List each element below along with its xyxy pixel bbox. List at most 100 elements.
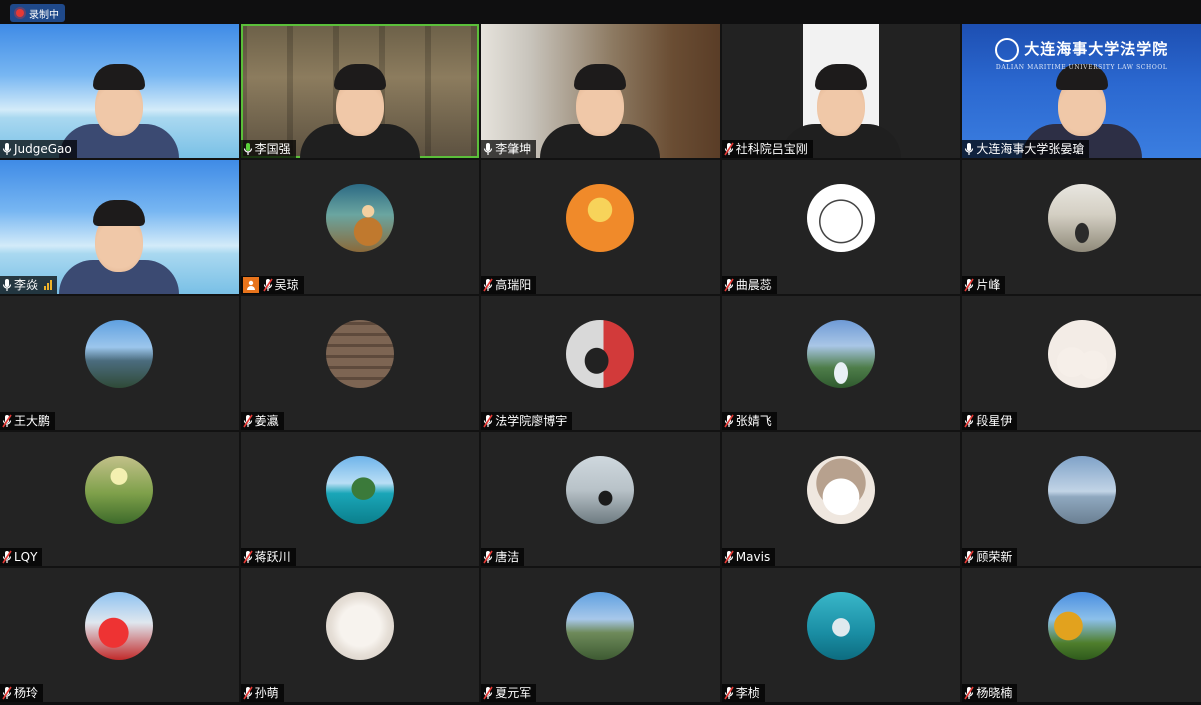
- mic-muted-icon: [483, 278, 493, 292]
- participant-tile[interactable]: 大连海事大学法学院 DALIAN MARITIME UNIVERSITY LAW …: [962, 24, 1201, 158]
- participant-name: 李国强: [254, 142, 291, 156]
- mic-muted-icon: [724, 686, 734, 700]
- participant-avatar: [85, 456, 154, 524]
- participant-tile[interactable]: 曲晨蕊: [721, 160, 961, 294]
- participant-name-label: 夏元军: [481, 684, 537, 702]
- participant-tile[interactable]: LQY: [0, 432, 239, 566]
- banner-title: 大连海事大学法学院: [1024, 40, 1169, 58]
- participant-name-label: 孙萌: [240, 684, 284, 702]
- mic-muted-icon: [964, 686, 975, 700]
- participant-name: 李肇坤: [495, 142, 532, 156]
- participant-tile[interactable]: 夏元军: [481, 568, 720, 702]
- participant-name-label: 段星伊: [962, 412, 1018, 430]
- school-seal-icon: [995, 38, 1020, 62]
- participant-avatar: [807, 320, 876, 388]
- recording-dot-icon: [16, 9, 24, 17]
- participant-tile[interactable]: 李焱: [0, 160, 239, 294]
- participant-name: 姜瀛: [254, 414, 279, 428]
- mic-muted-icon: [724, 278, 734, 292]
- mic-muted-icon: [724, 550, 734, 564]
- participant-name: 社科院吕宝刚: [735, 142, 808, 156]
- participant-name-label: 法学院廖博宇: [481, 412, 573, 430]
- participant-avatar: [566, 456, 635, 524]
- participant-name: 张婧飞: [735, 414, 772, 428]
- participant-name: 片峰: [976, 278, 1001, 292]
- mic-muted-icon: [2, 414, 12, 428]
- participant-tile[interactable]: 吴琼: [240, 160, 480, 294]
- participant-tile[interactable]: 李肇坤: [481, 24, 720, 158]
- participant-tile[interactable]: 法学院廖博宇: [481, 296, 720, 430]
- school-banner: 大连海事大学法学院 DALIAN MARITIME UNIVERSITY LAW …: [962, 38, 1201, 71]
- participant-name-label: 李桢: [721, 684, 765, 702]
- participant-tile[interactable]: 王大鹏: [0, 296, 239, 430]
- mic-muted-icon: [964, 278, 975, 292]
- participant-avatar: [325, 184, 394, 252]
- participant-name-label: 片峰: [962, 276, 1006, 294]
- participant-name-label: 高瑞阳: [481, 276, 537, 294]
- participant-name: 法学院廖博宇: [495, 414, 568, 428]
- participant-tile[interactable]: JudgeGao: [0, 24, 239, 158]
- recording-indicator[interactable]: 录制中: [10, 4, 65, 22]
- participant-name: 孙萌: [254, 686, 279, 700]
- participant-name: 李桢: [735, 686, 760, 700]
- participant-name-label: 大连海事大学张晏瑲: [962, 140, 1090, 158]
- participant-tile[interactable]: 蒋跃川: [240, 432, 480, 566]
- banner-subtitle: DALIAN MARITIME UNIVERSITY LAW SCHOOL: [995, 64, 1168, 71]
- participant-name: 王大鹏: [14, 414, 51, 428]
- participant-name: 顾荣新: [976, 550, 1013, 564]
- participant-avatar: [1047, 592, 1116, 660]
- participant-name-label: 李肇坤: [481, 140, 537, 158]
- participant-tile[interactable]: Mavis: [721, 432, 961, 566]
- participant-tile[interactable]: 姜瀛: [240, 296, 480, 430]
- participant-tile[interactable]: 杨玲: [0, 568, 239, 702]
- participant-name: 李焱: [14, 278, 39, 292]
- participant-tile[interactable]: 段星伊: [962, 296, 1201, 430]
- participant-avatar: [85, 592, 154, 660]
- participant-avatar: [807, 592, 876, 660]
- mic-muted-icon: [964, 414, 975, 428]
- participant-tile[interactable]: 李国强: [240, 24, 480, 158]
- mic-icon: [2, 278, 12, 292]
- participant-avatar: [1047, 456, 1116, 524]
- participant-tile[interactable]: 片峰: [962, 160, 1201, 294]
- participant-avatar: [566, 320, 635, 388]
- mic-icon: [2, 142, 12, 156]
- participant-name-label: 姜瀛: [240, 412, 284, 430]
- participant-name: JudgeGao: [14, 142, 72, 156]
- participant-name-label: 社科院吕宝刚: [721, 140, 813, 158]
- host-icon: [242, 277, 259, 293]
- participant-name-label: 唐洁: [481, 548, 525, 566]
- participant-tile[interactable]: 高瑞阳: [481, 160, 720, 294]
- participant-name-label: Mavis: [721, 548, 776, 566]
- participant-name: 夏元军: [495, 686, 532, 700]
- mic-muted-icon: [483, 414, 493, 428]
- participant-name-label: 杨晓楠: [962, 684, 1018, 702]
- participant-tile[interactable]: 杨晓楠: [962, 568, 1201, 702]
- participant-video: [295, 48, 425, 158]
- participant-name-label: 王大鹏: [0, 412, 56, 430]
- participant-tile[interactable]: 社科院吕宝刚: [721, 24, 961, 158]
- participant-tile[interactable]: 孙萌: [240, 568, 480, 702]
- participant-name: 曲晨蕊: [735, 278, 772, 292]
- participant-avatar: [807, 184, 876, 252]
- participant-avatar: [1047, 184, 1116, 252]
- participant-avatar: [807, 456, 876, 524]
- participant-name: 蒋跃川: [254, 550, 291, 564]
- participant-avatar: [1047, 320, 1116, 388]
- participant-tile[interactable]: 李桢: [721, 568, 961, 702]
- participant-tile[interactable]: 顾荣新: [962, 432, 1201, 566]
- signal-strength-icon: [44, 280, 53, 290]
- participant-name-label: 张婧飞: [721, 412, 777, 430]
- mic-icon: [964, 142, 974, 156]
- participant-name: 段星伊: [976, 414, 1013, 428]
- participant-name: Mavis: [735, 550, 771, 564]
- participant-video: [54, 184, 184, 294]
- participant-tile[interactable]: 张婧飞: [721, 296, 961, 430]
- mic-muted-icon: [724, 414, 734, 428]
- participant-name: 大连海事大学张晏瑲: [976, 142, 1085, 156]
- participant-name: 杨晓楠: [976, 686, 1013, 700]
- mic-muted-icon: [2, 686, 12, 700]
- mic-muted-icon: [242, 686, 253, 700]
- participant-tile[interactable]: 唐洁: [481, 432, 720, 566]
- mic-muted-icon: [262, 278, 273, 292]
